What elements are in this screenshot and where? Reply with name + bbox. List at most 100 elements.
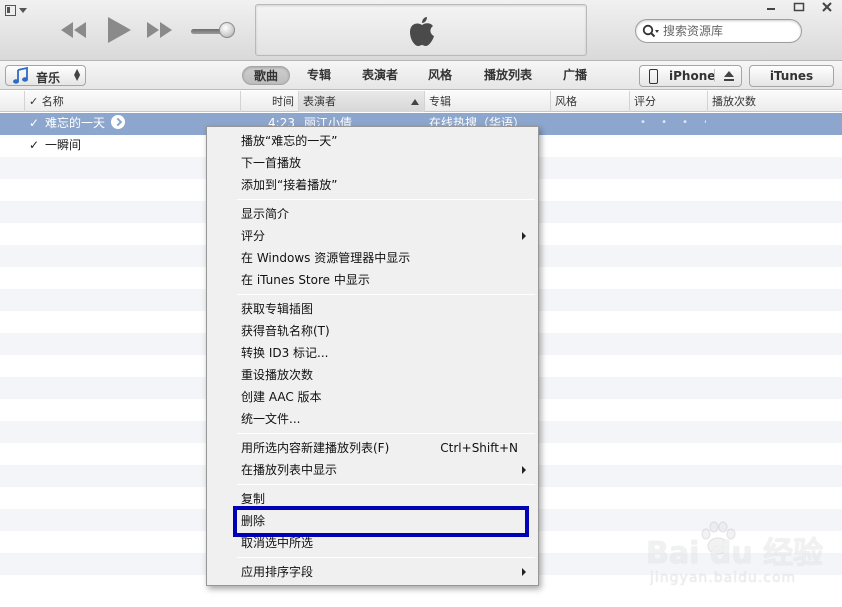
previous-track-button[interactable] [60, 22, 88, 38]
menu-item-label: 获得音轨名称(T) [241, 324, 330, 338]
menu-item-play[interactable]: 播放“难忘的一天” [209, 130, 536, 152]
menu-item-label: 转换 ID3 标记... [241, 346, 329, 360]
menu-item-label: 下一首播放 [241, 156, 302, 170]
device-button[interactable]: iPhone [639, 65, 742, 87]
menu-item-label: 重设播放次数 [241, 368, 314, 382]
row-checkbox[interactable]: ✓ [29, 113, 39, 135]
device-label: iPhone [669, 69, 716, 83]
divider [714, 69, 715, 83]
tab-artists[interactable]: 表演者 [354, 66, 406, 85]
maximize-icon [793, 2, 805, 12]
menu-item-apply-sort-field[interactable]: 应用排序字段 [209, 561, 536, 583]
song-rating[interactable]: • • • • • [640, 113, 706, 135]
menu-item-label: 应用排序字段 [241, 565, 314, 579]
watermark-url: jingyan.baidu.com [650, 570, 797, 586]
iphone-icon [649, 69, 658, 84]
menu-item-convert-id3[interactable]: 转换 ID3 标记... [209, 342, 536, 364]
watermark-brand: Bai du 经验 [646, 536, 824, 571]
music-note-icon [13, 67, 28, 84]
menu-item-label: 取消选中所选 [241, 536, 314, 550]
highlight-annotation-box [233, 506, 529, 537]
submenu-arrow-icon [522, 232, 526, 240]
library-search[interactable] [635, 19, 802, 43]
menu-item-label: 显示简介 [241, 207, 290, 221]
apple-logo-icon [410, 17, 434, 46]
eject-icon[interactable] [723, 70, 735, 82]
menu-item-rating[interactable]: 评分 [209, 225, 536, 247]
song-table-header: ✓ 名称 时间 表演者 专辑 风格 评分 播放次数 [0, 91, 842, 112]
song-name: 难忘的一天 [45, 116, 106, 130]
app-menu-button[interactable] [5, 5, 29, 19]
column-header-name-label: 名称 [41, 95, 64, 108]
menu-item-play-next[interactable]: 下一首播放 [209, 152, 536, 174]
search-icon [642, 24, 659, 38]
tab-playlists[interactable]: 播放列表 [475, 66, 541, 85]
menu-item-label: 创建 AAC 版本 [241, 390, 322, 404]
library-label: 音乐 [36, 71, 61, 85]
chevron-down-icon [19, 8, 27, 13]
column-header-check[interactable] [0, 91, 25, 112]
minimize-button[interactable] [757, 0, 785, 14]
tab-songs[interactable]: 歌曲 [242, 66, 290, 85]
sort-ascending-icon [411, 99, 419, 105]
play-button[interactable] [106, 16, 132, 44]
menu-item-label: 获取专辑插图 [241, 302, 314, 316]
volume-slider[interactable] [191, 22, 237, 38]
check-all-icon[interactable]: ✓ [29, 91, 38, 112]
menu-separator [237, 199, 535, 200]
menu-item-label: 复制 [241, 492, 266, 506]
menu-item-show-in-playlist[interactable]: 在播放列表中显示 [209, 459, 536, 481]
row-checkbox[interactable]: ✓ [29, 135, 39, 157]
volume-knob[interactable] [219, 22, 235, 38]
submenu-arrow-icon [522, 568, 526, 576]
column-header-genre[interactable]: 风格 [551, 91, 630, 112]
tab-genres[interactable]: 风格 [421, 66, 459, 85]
up-down-icon: ▲ ▼ [74, 67, 81, 82]
menu-item-get-info[interactable]: 显示简介 [209, 203, 536, 225]
column-header-album[interactable]: 专辑 [425, 91, 551, 112]
menu-icon [5, 5, 16, 16]
column-header-plays[interactable]: 播放次数 [708, 91, 842, 112]
library-selector[interactable]: 音乐 ▲ ▼ [5, 65, 86, 86]
maximize-button[interactable] [785, 0, 813, 14]
navigation-bar: 音乐 ▲ ▼ 歌曲 专辑 表演者 风格 播放列表 广播 iPhone iTunes… [0, 61, 842, 103]
menu-item-new-playlist-from-selection[interactable]: 用所选内容新建播放列表(F) Ctrl+Shift+N [209, 437, 536, 459]
play-icon [108, 17, 131, 43]
menu-separator [237, 294, 535, 295]
tab-albums[interactable]: 专辑 [300, 66, 338, 85]
close-button[interactable] [813, 0, 842, 14]
menu-item-shortcut: Ctrl+Shift+N [440, 441, 518, 455]
column-header-artist[interactable]: 表演者 [299, 91, 425, 112]
minimize-icon [767, 8, 775, 10]
close-icon [822, 2, 832, 12]
menu-item-show-in-explorer[interactable]: 在 Windows 资源管理器中显示 [209, 247, 536, 269]
fast-forward-icon [147, 22, 172, 38]
tab-radio[interactable]: 广播 [555, 66, 595, 85]
menu-item-show-in-store[interactable]: 在 iTunes Store 中显示 [209, 269, 536, 291]
column-header-name[interactable]: ✓ 名称 [25, 91, 241, 112]
status-display [255, 4, 587, 56]
search-input[interactable] [663, 22, 797, 40]
itunes-window: 音乐 ▲▼ 歌曲 专辑 表演者 风格 播放列表 广播 iPhone iTunes… [0, 0, 842, 607]
column-header-time[interactable]: 时间 [241, 91, 299, 112]
next-track-button[interactable] [146, 22, 174, 38]
menu-item-get-artwork[interactable]: 获取专辑插图 [209, 298, 536, 320]
menu-item-add-to-up-next[interactable]: 添加到“接着播放” [209, 174, 536, 196]
menu-item-label: 评分 [241, 229, 266, 243]
menu-item-label: 在播放列表中显示 [241, 463, 338, 477]
arrow-circle-icon[interactable] [111, 115, 126, 129]
menu-item-label: 用所选内容新建播放列表(F) [241, 441, 390, 455]
submenu-arrow-icon [522, 466, 526, 474]
top-toolbar [0, 0, 842, 61]
menu-item-get-track-names[interactable]: 获得音轨名称(T) [209, 320, 536, 342]
menu-separator [237, 557, 535, 558]
column-header-rating[interactable]: 评分 [630, 91, 708, 112]
baidu-watermark: Bai du 经验 jingyan.baidu.com [646, 520, 836, 600]
menu-item-reset-plays[interactable]: 重设播放次数 [209, 364, 536, 386]
menu-item-create-aac[interactable]: 创建 AAC 版本 [209, 386, 536, 408]
column-header-artist-label: 表演者 [303, 95, 336, 108]
menu-separator [237, 433, 535, 434]
menu-item-consolidate-files[interactable]: 统一文件... [209, 408, 536, 430]
itunes-store-button[interactable]: iTunes Store [749, 65, 834, 103]
menu-item-label: 在 Windows 资源管理器中显示 [241, 251, 411, 265]
